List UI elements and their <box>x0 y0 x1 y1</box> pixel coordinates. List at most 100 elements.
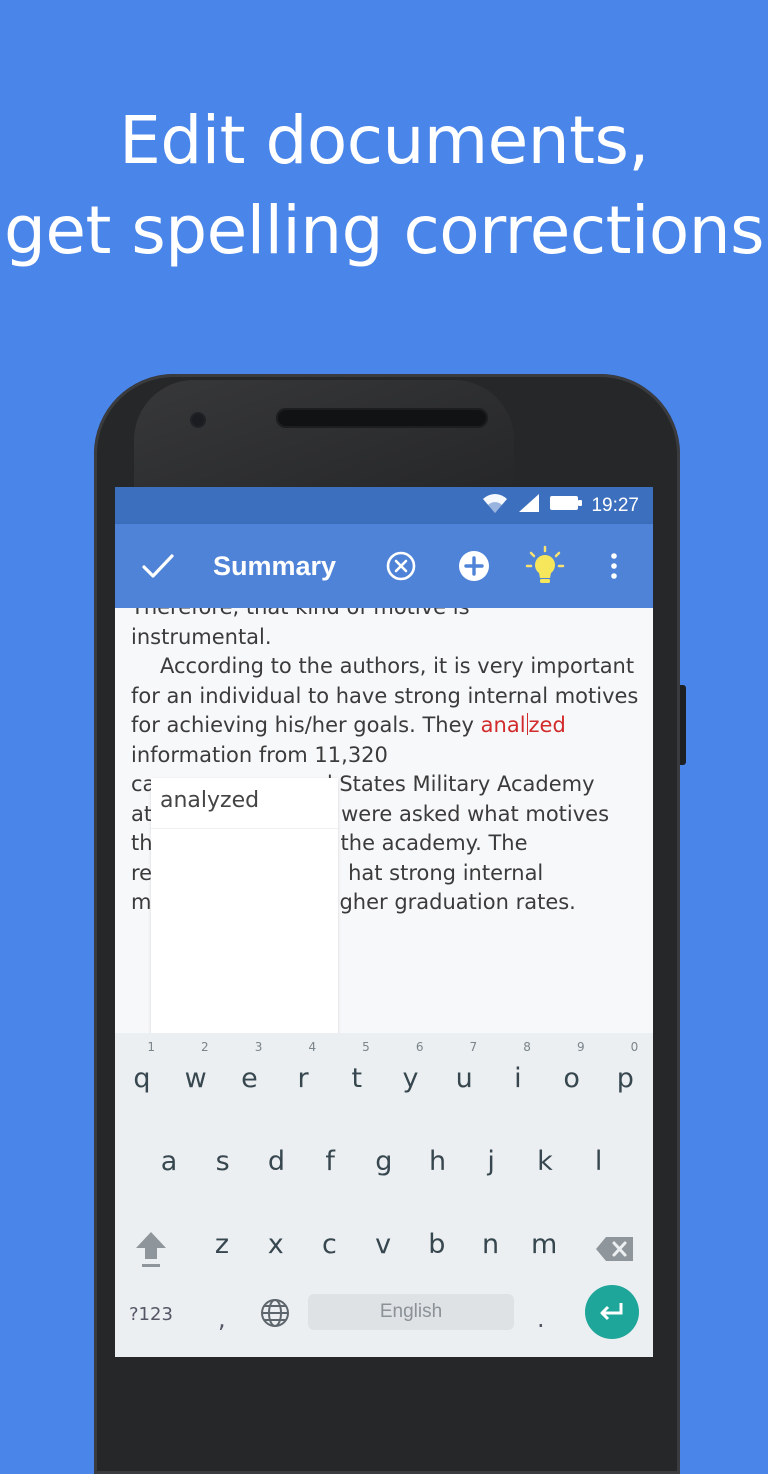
key-m[interactable]: m <box>517 1229 571 1260</box>
key-x[interactable]: x <box>249 1229 303 1260</box>
divider <box>151 828 338 829</box>
key-label: q <box>133 1063 151 1094</box>
key-label: i <box>514 1063 522 1094</box>
key-n[interactable]: n <box>464 1229 518 1260</box>
key-p[interactable]: p0 <box>598 1040 652 1094</box>
key-h[interactable]: h <box>411 1146 465 1177</box>
key-label: p <box>616 1063 634 1094</box>
headline-line-2: get spelling corrections <box>4 192 765 269</box>
language-key[interactable] <box>259 1297 291 1333</box>
key-label: z <box>214 1229 230 1260</box>
key-v[interactable]: v <box>356 1229 410 1260</box>
close-circle-icon <box>386 551 416 581</box>
key-label: f <box>325 1146 335 1177</box>
shift-key[interactable] <box>133 1229 169 1273</box>
battery-icon <box>549 494 583 518</box>
key-l[interactable]: l <box>572 1146 626 1177</box>
soft-keyboard: q1w2e3r4t5y6u7i8o9p0 asdfghjkl zxcvbnm ?… <box>115 1033 653 1357</box>
key-number-hint: 7 <box>469 1040 478 1054</box>
key-r[interactable]: r4 <box>276 1040 330 1094</box>
key-label: h <box>428 1146 447 1177</box>
key-label: a <box>160 1146 178 1177</box>
promo-headline: Edit documents, get spelling corrections <box>0 96 768 276</box>
shift-icon <box>136 1232 166 1267</box>
more-vert-icon <box>611 553 617 579</box>
symbols-key[interactable]: ?123 <box>129 1304 173 1325</box>
check-icon <box>142 554 174 578</box>
key-label: m <box>531 1229 558 1260</box>
period-key[interactable]: . <box>537 1305 545 1333</box>
key-number-hint: 4 <box>308 1040 317 1054</box>
doc-line: instrumental. <box>131 624 272 649</box>
document-title: Summary <box>213 550 337 581</box>
key-number-hint: 5 <box>362 1040 370 1054</box>
key-q[interactable]: q1 <box>115 1040 169 1094</box>
done-button[interactable] <box>135 524 181 608</box>
key-b[interactable]: b <box>410 1229 464 1260</box>
key-k[interactable]: k <box>518 1146 572 1177</box>
key-u[interactable]: u7 <box>437 1040 491 1094</box>
clock: 19:27 <box>591 494 639 516</box>
globe-icon <box>261 1299 289 1327</box>
key-o[interactable]: o9 <box>545 1040 599 1094</box>
enter-icon <box>600 1303 623 1321</box>
key-label: n <box>481 1229 500 1260</box>
key-label: s <box>215 1146 230 1177</box>
key-d[interactable]: d <box>249 1146 303 1177</box>
comma-key[interactable]: , <box>218 1305 226 1333</box>
key-w[interactable]: w2 <box>169 1040 223 1094</box>
misspelled-word[interactable]: anal zed <box>481 713 566 737</box>
key-label: g <box>375 1146 393 1177</box>
key-number-hint: 0 <box>630 1040 639 1054</box>
key-t[interactable]: t5 <box>330 1040 384 1094</box>
key-a[interactable]: a <box>142 1146 196 1177</box>
key-c[interactable]: c <box>302 1229 356 1260</box>
status-bar: 19:27 <box>115 487 653 524</box>
doc-line: Therefore, that kind of motive is <box>131 608 646 623</box>
wifi-icon <box>481 491 509 521</box>
key-label: r <box>297 1063 309 1094</box>
key-f[interactable]: f <box>303 1146 357 1177</box>
key-label: d <box>267 1146 285 1177</box>
backspace-key[interactable] <box>595 1236 635 1266</box>
text-cursor <box>526 713 528 735</box>
suggestion-item[interactable]: analyzed <box>160 788 259 813</box>
key-label: u <box>455 1063 473 1094</box>
key-y[interactable]: y6 <box>384 1040 438 1094</box>
key-z[interactable]: z <box>195 1229 249 1260</box>
key-label: b <box>428 1229 446 1260</box>
space-key[interactable]: English <box>308 1294 514 1330</box>
key-j[interactable]: j <box>464 1146 518 1177</box>
more-options-button[interactable] <box>599 524 629 608</box>
key-number-hint: 8 <box>523 1040 531 1054</box>
key-g[interactable]: g <box>357 1146 411 1177</box>
key-label: w <box>184 1063 207 1094</box>
doc-paragraph: According to the authors, it is very imp… <box>131 654 639 767</box>
signal-icon <box>517 492 541 520</box>
key-s[interactable]: s <box>196 1146 250 1177</box>
key-label: k <box>537 1146 553 1177</box>
backspace-icon <box>596 1237 633 1261</box>
key-number-hint: 3 <box>254 1040 263 1054</box>
phone-glare <box>134 380 514 490</box>
key-label: y <box>402 1063 419 1094</box>
key-label: l <box>594 1146 603 1177</box>
key-label: j <box>487 1146 495 1177</box>
headline-line-1: Edit documents, <box>119 102 649 179</box>
key-number-hint: 1 <box>147 1040 155 1054</box>
earpiece-speaker <box>276 408 488 428</box>
front-camera <box>192 414 204 426</box>
phone-screen: 19:27 Summary instrumental. According to… <box>115 487 653 1357</box>
enter-key[interactable] <box>585 1285 639 1339</box>
key-label: t <box>351 1063 363 1094</box>
key-label: x <box>267 1229 284 1260</box>
discard-button[interactable] <box>381 524 421 608</box>
key-i[interactable]: i8 <box>491 1040 545 1094</box>
add-button[interactable] <box>453 524 495 608</box>
key-label: c <box>321 1229 337 1260</box>
key-label: o <box>563 1063 580 1094</box>
key-label: v <box>375 1229 392 1260</box>
suggestions-button[interactable] <box>523 524 567 608</box>
key-number-hint: 2 <box>201 1040 209 1054</box>
key-e[interactable]: e3 <box>222 1040 276 1094</box>
